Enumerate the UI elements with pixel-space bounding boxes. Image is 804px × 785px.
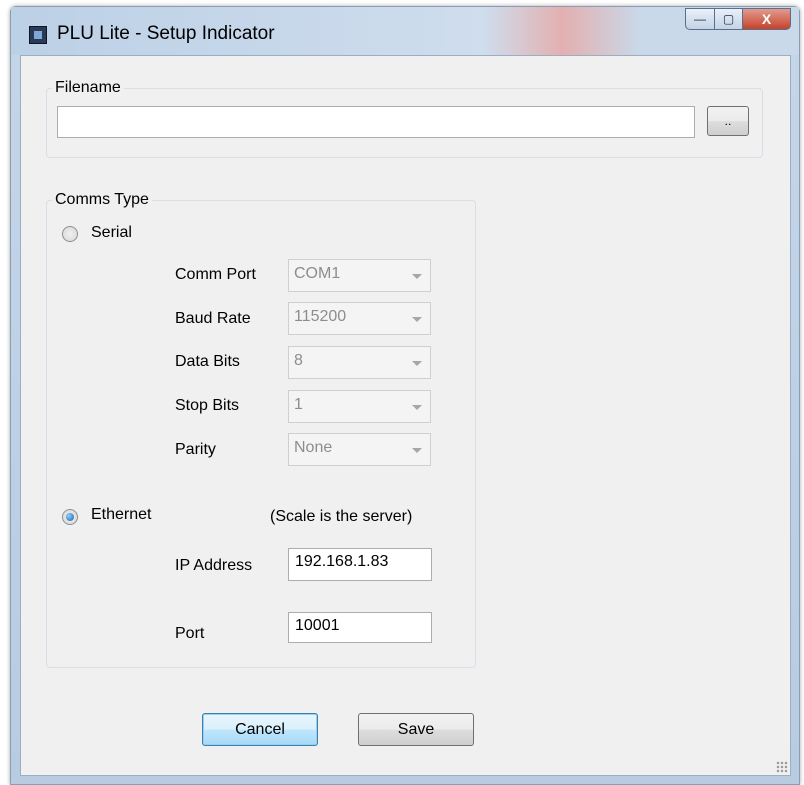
- save-button-label: Save: [397, 720, 435, 738]
- window-title: PLU Lite - Setup Indicator: [57, 23, 275, 44]
- parity-select[interactable]: None: [288, 433, 431, 466]
- maximize-button[interactable]: ▢: [715, 8, 743, 30]
- filename-group: Filename ..: [46, 78, 763, 158]
- title-bar[interactable]: PLU Lite - Setup Indicator — ▢ X: [11, 7, 799, 55]
- scale-server-note: (Scale is the server): [270, 508, 413, 525]
- window-controls: — ▢ X: [685, 8, 791, 30]
- comm-port-select[interactable]: COM1: [288, 259, 431, 292]
- minimize-icon: —: [694, 12, 706, 26]
- baud-rate-value: 115200: [294, 308, 347, 325]
- port-label: Port: [175, 625, 205, 642]
- comms-type-group-label: Comms Type: [52, 190, 152, 210]
- close-icon: X: [761, 11, 772, 27]
- data-bits-value: 8: [294, 352, 303, 369]
- ip-address-input[interactable]: 192.168.1.83: [288, 548, 432, 581]
- save-button[interactable]: Save: [358, 713, 474, 746]
- ethernet-radio[interactable]: [62, 509, 78, 525]
- comm-port-label: Comm Port: [175, 266, 256, 283]
- data-bits-select[interactable]: 8: [288, 346, 431, 379]
- serial-radio[interactable]: [62, 226, 78, 242]
- serial-label: Serial: [91, 224, 132, 241]
- chevron-down-icon: [412, 405, 422, 410]
- dialog-client-area: Filename .. Comms Type Serial Comm Port …: [20, 55, 791, 776]
- port-input[interactable]: 10001: [288, 612, 432, 643]
- comms-type-group: Comms Type Serial Comm Port COM1 Baud Ra…: [46, 190, 476, 668]
- chevron-down-icon: [412, 361, 422, 366]
- baud-rate-label: Baud Rate: [175, 310, 251, 327]
- browse-button[interactable]: ..: [707, 106, 749, 136]
- minimize-button[interactable]: —: [685, 8, 715, 30]
- stop-bits-label: Stop Bits: [175, 397, 240, 414]
- browse-button-label: ..: [724, 114, 732, 128]
- chevron-down-icon: [412, 317, 422, 322]
- maximize-icon: ▢: [722, 12, 735, 26]
- cancel-button[interactable]: Cancel: [202, 713, 318, 746]
- app-icon: [29, 26, 47, 44]
- parity-label: Parity: [175, 441, 216, 458]
- filename-group-label: Filename: [52, 78, 124, 98]
- resize-grip[interactable]: [776, 761, 788, 773]
- chevron-down-icon: [412, 274, 422, 279]
- setup-indicator-window: PLU Lite - Setup Indicator — ▢ X Filenam…: [10, 6, 800, 785]
- stop-bits-value: 1: [294, 396, 303, 413]
- chevron-down-icon: [412, 448, 422, 453]
- baud-rate-select[interactable]: 115200: [288, 302, 431, 335]
- ethernet-label: Ethernet: [91, 506, 152, 523]
- parity-value: None: [294, 439, 333, 456]
- comm-port-value: COM1: [294, 265, 341, 282]
- close-button[interactable]: X: [743, 8, 791, 30]
- ip-address-label: IP Address: [175, 557, 253, 574]
- stop-bits-select[interactable]: 1: [288, 390, 431, 423]
- filename-input[interactable]: [57, 106, 695, 138]
- cancel-button-label: Cancel: [235, 720, 285, 738]
- data-bits-label: Data Bits: [175, 353, 240, 370]
